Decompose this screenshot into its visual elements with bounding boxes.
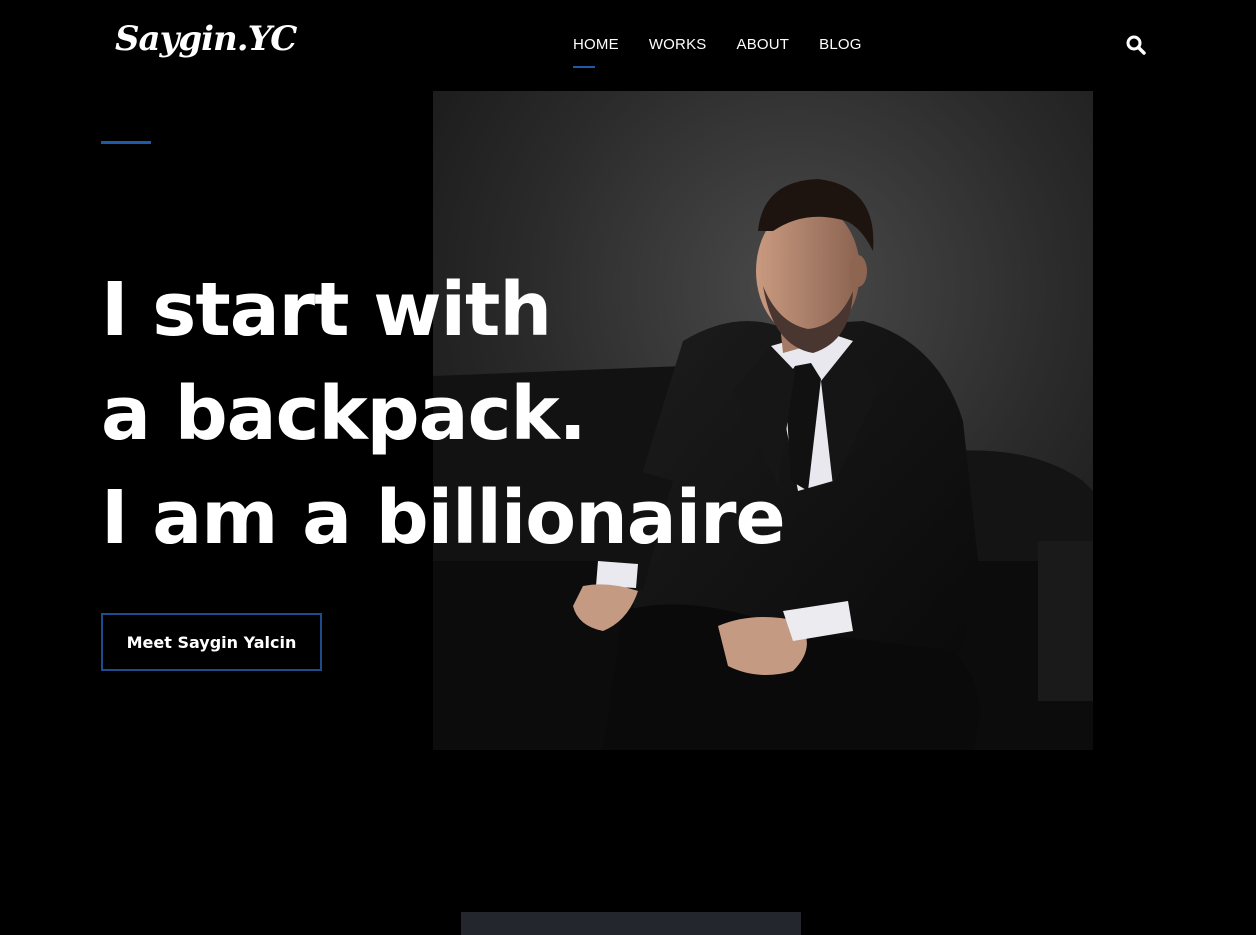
nav-item-home[interactable]: HOME: [573, 36, 619, 68]
headline-line-1: I start with: [101, 267, 552, 353]
site-header: Saygin.YC HOME WORKS ABOUT BLOG: [0, 0, 1256, 90]
nav-item-works[interactable]: WORKS: [649, 36, 707, 54]
headline-line-2: a backpack.: [101, 371, 587, 457]
site-logo[interactable]: Saygin.YC: [115, 22, 297, 56]
search-icon: [1126, 35, 1146, 55]
main-navigation: HOME WORKS ABOUT BLOG: [573, 36, 862, 68]
search-button[interactable]: [1124, 33, 1148, 57]
hero-headline: I start with a backpack. I am a billiona…: [101, 258, 786, 570]
headline-line-3: I am a billionaire: [101, 475, 786, 561]
nav-item-blog[interactable]: BLOG: [819, 36, 861, 54]
nav-item-about[interactable]: ABOUT: [736, 36, 789, 54]
meet-saygin-button[interactable]: Meet Saygin Yalcin: [101, 613, 322, 671]
bottom-section-tab: [461, 912, 801, 935]
accent-line: [101, 141, 151, 144]
